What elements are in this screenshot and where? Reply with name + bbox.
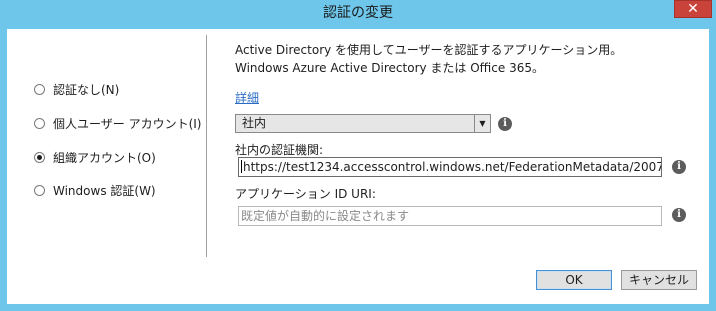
info-icon[interactable]: i [672,208,686,222]
pane-divider [206,35,207,257]
radio-button-selected[interactable] [34,151,45,163]
radio-button[interactable] [34,117,45,129]
authority-label: 社内の認証機関: [235,143,324,157]
chevron-down-icon[interactable]: ▼ [474,115,490,132]
account-type-dropdown[interactable]: 社内 ▼ [235,114,491,133]
title-bar[interactable]: 認証の変更 ✕ [0,0,716,22]
radio-button[interactable] [34,83,45,95]
info-icon[interactable]: i [498,117,512,131]
authority-url-input[interactable]: https://test1234.accesscontrol.windows.n… [238,157,662,177]
radio-individual-accounts[interactable]: 個人ユーザー アカウント(I) [34,115,201,131]
info-icon[interactable]: i [672,160,686,174]
app-id-uri-input[interactable]: 既定値が自動的に設定されます [238,206,662,226]
radio-button[interactable] [34,184,45,196]
ok-button[interactable]: OK [536,270,612,290]
app-id-uri-label: アプリケーション ID URI: [235,187,376,201]
cancel-button[interactable]: キャンセル [621,270,697,290]
authority-url-value: https://test1234.accesscontrol.windows.n… [243,160,662,174]
radio-label: 認証なし(N) [53,82,120,97]
dialog-title: 認証の変更 [323,5,393,21]
radio-no-auth[interactable]: 認証なし(N) [34,81,119,97]
auth-options-pane: 認証なし(N) 個人ユーザー アカウント(I) 組織アカウント(O) Windo… [7,29,206,304]
radio-label: 個人ユーザー アカウント(I) [53,116,202,131]
dialog-content: 認証なし(N) 個人ユーザー アカウント(I) 組織アカウント(O) Windo… [7,29,709,304]
radio-label: 組織アカウント(O) [53,150,156,165]
radio-organizational-accounts[interactable]: 組織アカウント(O) [34,149,156,165]
auth-details-pane: Active Directory を使用してユーザーを認証するアプリケーション用… [235,29,709,304]
close-button[interactable]: ✕ [674,0,712,18]
dropdown-value: 社内 [242,116,267,130]
learn-more-link[interactable]: 詳細 [235,89,259,106]
close-icon: ✕ [687,1,699,17]
radio-windows-auth[interactable]: Windows 認証(W) [34,182,156,198]
radio-label: Windows 認証(W) [53,183,156,198]
auth-description: Active Directory を使用してユーザーを認証するアプリケーション用… [235,43,623,75]
change-authentication-dialog: 認証の変更 ✕ 認証なし(N) 個人ユーザー アカウント(I) 組織アカウント(… [0,0,716,311]
text-cursor [241,160,242,173]
